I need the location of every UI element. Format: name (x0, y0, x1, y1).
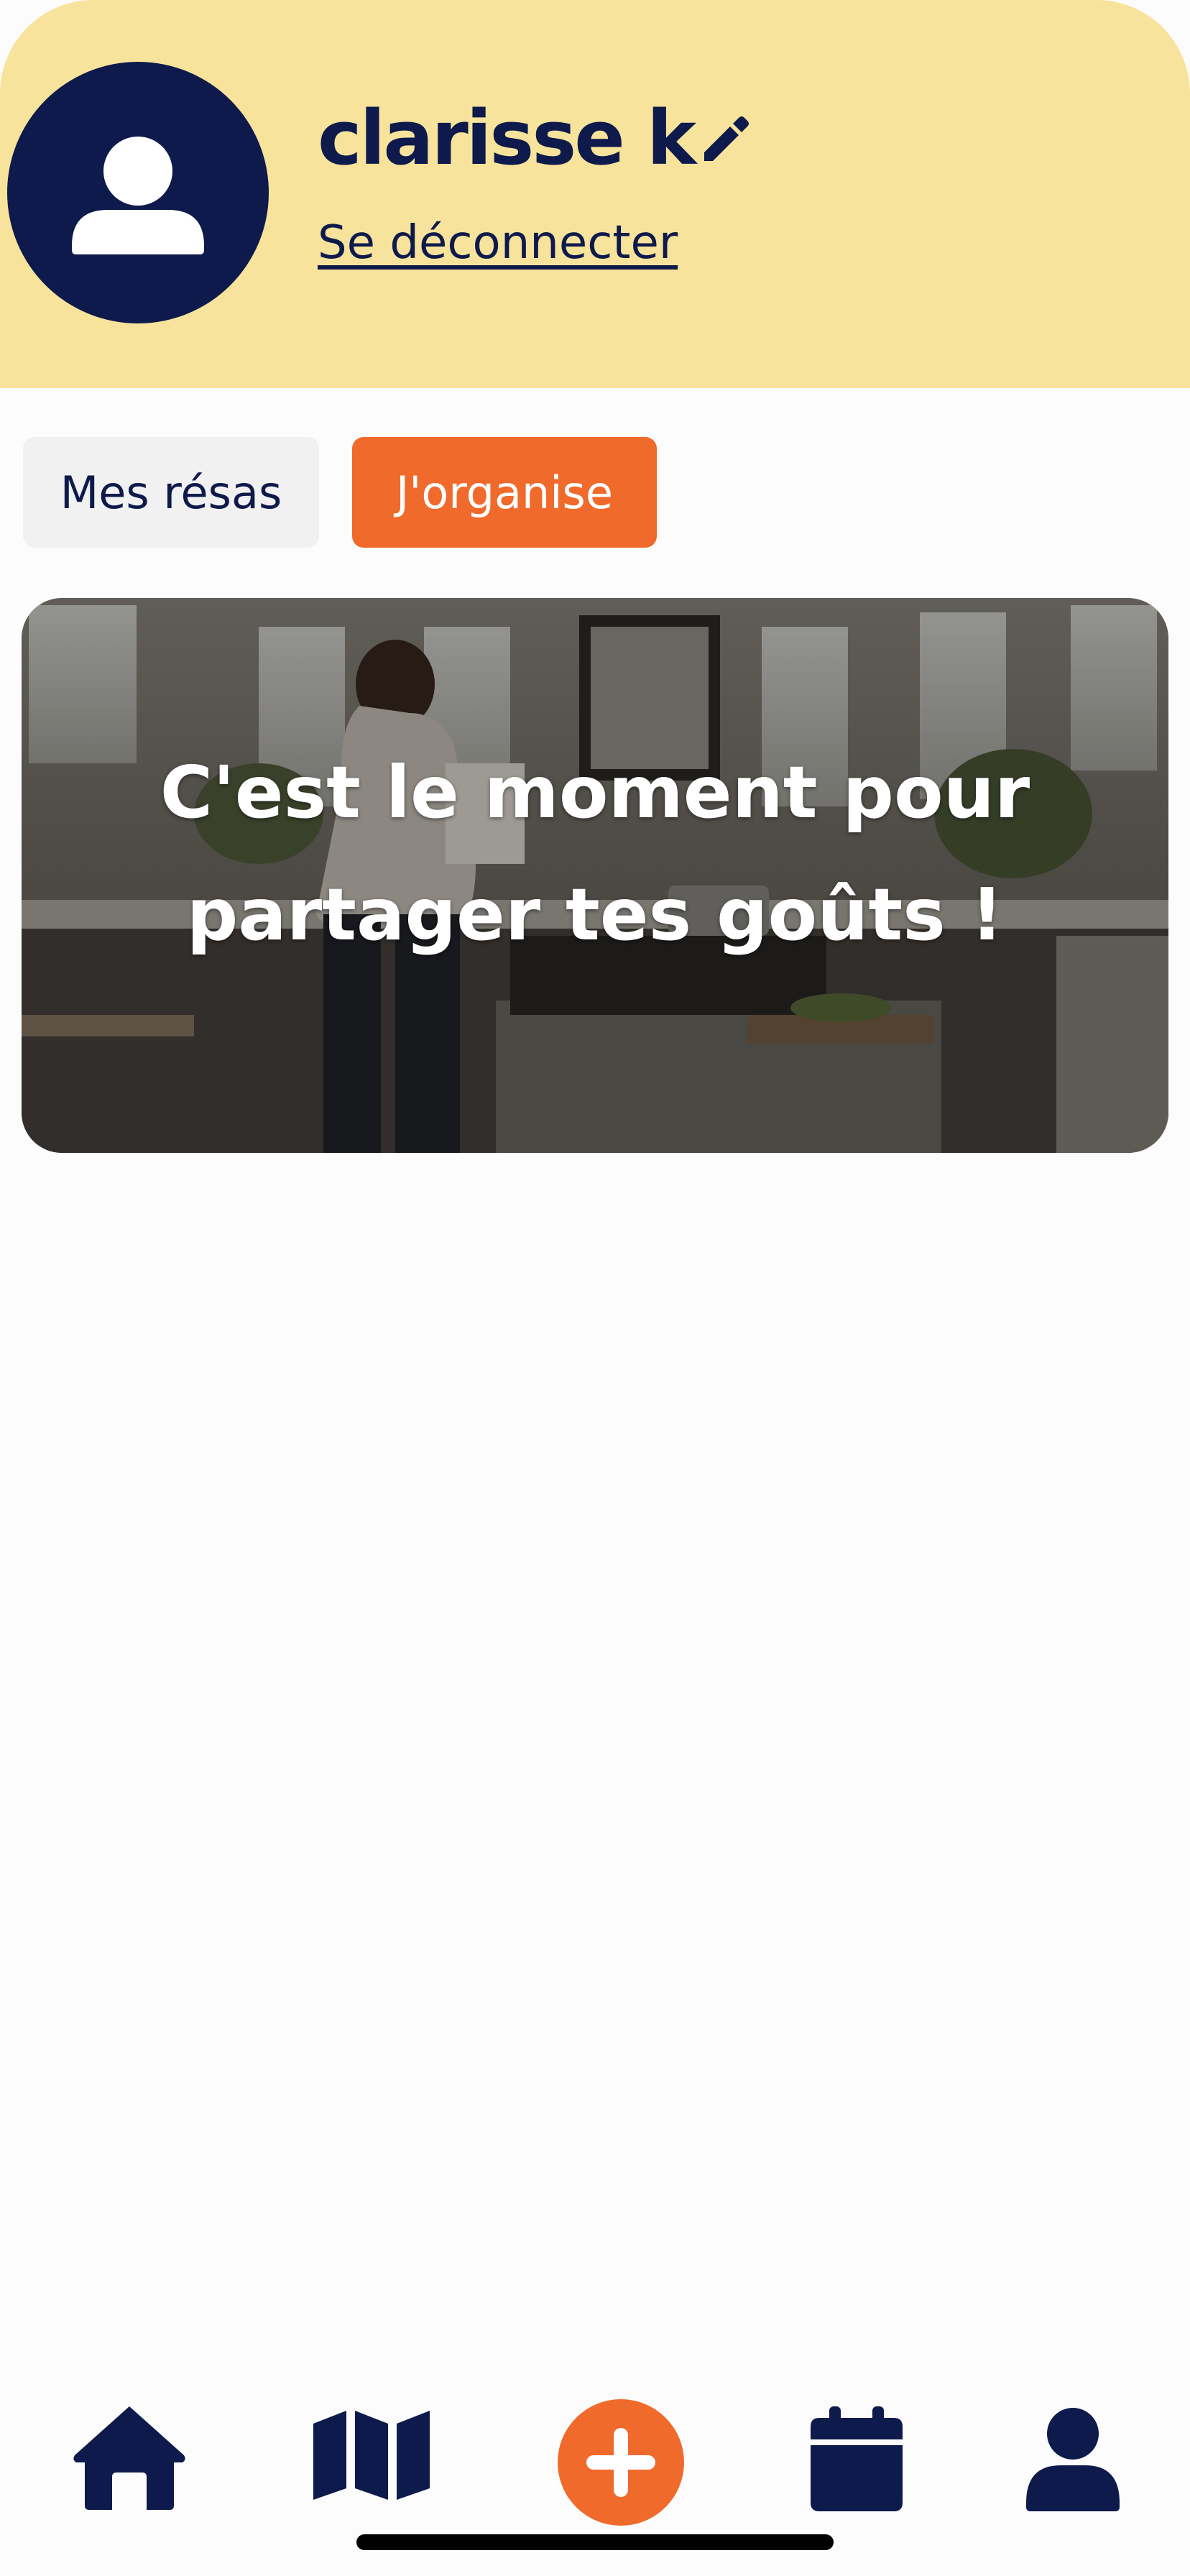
avatar[interactable] (7, 62, 269, 323)
banner-headline: C'est le moment pour partager tes goûts … (160, 750, 1030, 957)
calendar-icon[interactable] (811, 2406, 903, 2511)
plus-icon (586, 2428, 655, 2497)
user-silhouette-icon (72, 137, 204, 254)
user-icon[interactable] (1026, 2406, 1120, 2511)
banner-headline-container: C'est le moment pour partager tes goûts … (22, 598, 1168, 1153)
add-button[interactable] (558, 2399, 684, 2526)
kitchen-banner[interactable]: C'est le moment pour partager tes goûts … (22, 598, 1168, 1153)
profile-screen: clarisse k Se déconnecter Mes résas J'or… (0, 0, 1190, 2576)
tab-mes-resas[interactable]: Mes résas (23, 437, 319, 548)
logout-link[interactable]: Se déconnecter (318, 220, 678, 266)
pencil-icon[interactable] (696, 109, 756, 170)
profile-header: clarisse k Se déconnecter (0, 0, 1190, 388)
tab-j-organise[interactable]: J'organise (352, 437, 657, 548)
home-icon[interactable] (72, 2404, 187, 2511)
user-name: clarisse k (318, 94, 696, 182)
map-icon[interactable] (312, 2409, 431, 2501)
home-indicator (356, 2534, 834, 2550)
